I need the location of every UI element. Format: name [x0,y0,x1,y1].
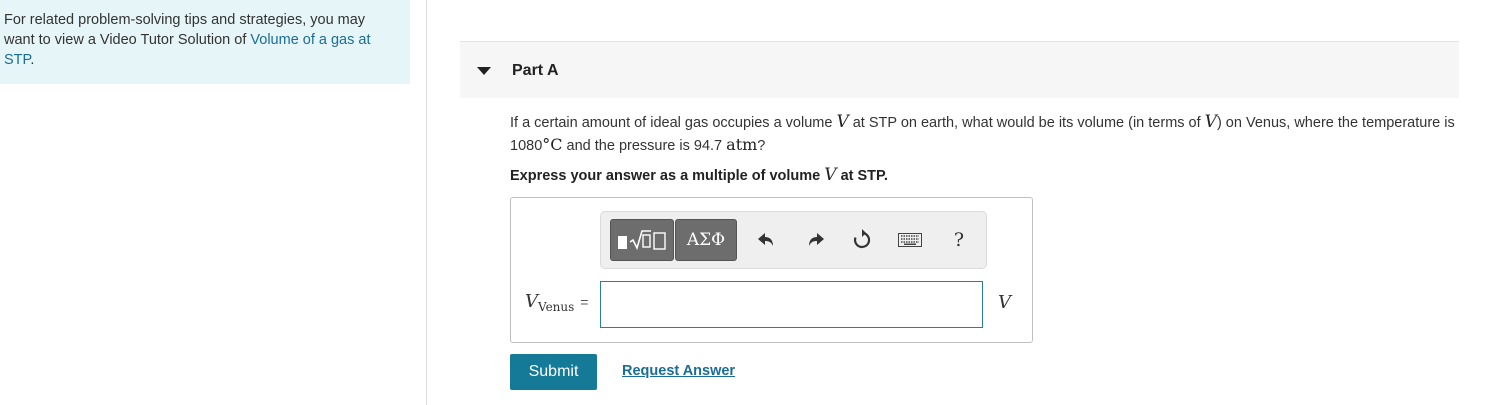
part-a-header[interactable]: Part A [460,41,1459,98]
volume-symbol: V [1204,112,1217,132]
question-text: If a certain amount of ideal gas occupie… [510,112,1455,154]
variable-label: VVenus = [525,291,589,314]
column-divider [426,0,427,405]
symbols-button[interactable]: ΑΣΦ [675,219,737,261]
video-tutor-tip: For related problem-solving tips and str… [0,0,410,84]
reset-icon[interactable] [849,226,875,254]
templates-icon [618,230,666,251]
answer-box: ΑΣΦ ? VVenus = V [510,197,1033,343]
undo-icon[interactable] [753,226,779,254]
redo-icon[interactable] [803,226,829,254]
degree-celsius: °C [542,135,563,154]
answer-input[interactable] [600,281,983,328]
math-toolbar: ΑΣΦ ? [600,211,987,269]
help-icon[interactable]: ? [946,226,972,254]
answer-instruction: Express your answer as a multiple of vol… [510,165,888,185]
atm-unit: atm [726,135,758,154]
caret-down-icon[interactable] [477,67,491,75]
keyboard-icon[interactable] [897,226,923,254]
templates-button[interactable] [610,219,674,261]
unit-label: V [998,292,1011,313]
request-answer-link[interactable]: Request Answer [622,363,735,379]
part-title: Part A [512,62,559,79]
submit-button[interactable]: Submit [510,354,597,390]
tip-period: . [30,52,35,68]
volume-symbol: V [836,112,849,132]
volume-symbol: V [824,165,837,185]
